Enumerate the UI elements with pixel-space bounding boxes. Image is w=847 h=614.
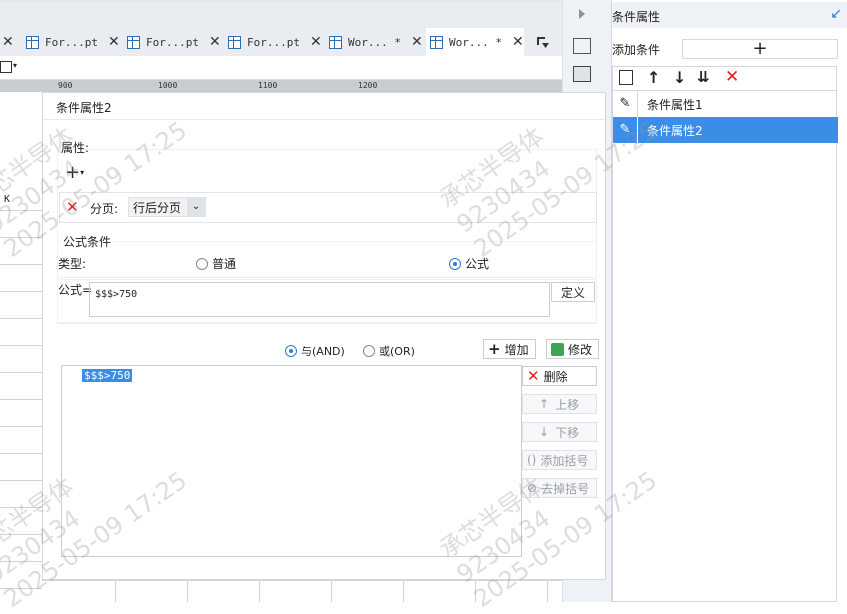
document-tab-3[interactable]: For...pt ✕ xyxy=(228,28,322,56)
plus-icon: + xyxy=(65,162,81,183)
column-header: K xyxy=(4,194,11,205)
move-down-button[interactable]: ↓ 下移 xyxy=(522,422,597,442)
radio-selected-icon[interactable] xyxy=(449,258,461,270)
close-icon[interactable]: ✕ xyxy=(411,34,423,50)
radio-icon[interactable] xyxy=(363,345,375,357)
attribute-label: 属性: xyxy=(61,141,90,155)
remove-bracket-button[interactable]: ⊘ 去掉括号 xyxy=(522,478,597,498)
horizontal-ruler: 900 1000 1100 1200 xyxy=(0,80,562,92)
cell-attribute-icon[interactable] xyxy=(573,38,591,54)
close-icon[interactable]: ✕ xyxy=(209,34,221,50)
template-file-icon xyxy=(26,35,39,49)
document-tab-2[interactable]: For...pt ✕ xyxy=(127,28,221,56)
logic-and-option[interactable]: 与(AND) xyxy=(285,343,345,359)
condition-item[interactable]: $$$>750 xyxy=(82,368,133,382)
ruler-tick: 1100 xyxy=(258,81,278,90)
plus-icon: + xyxy=(752,38,768,59)
tab-label: For...pt xyxy=(247,35,300,49)
document-tab-5[interactable]: Wor... * ✕ xyxy=(426,28,524,56)
chevron-down-icon: ▾ xyxy=(80,168,85,177)
tab-label: Wor... * xyxy=(449,35,502,49)
tab-list-menu-icon[interactable] xyxy=(536,36,550,54)
edit-icon xyxy=(551,342,564,356)
page-break-select[interactable]: 行后分页 ⌄ xyxy=(128,197,206,217)
ruler-tick: 900 xyxy=(58,81,73,90)
page-break-label: 分页: xyxy=(90,202,119,216)
spreadsheet-grid[interactable]: K xyxy=(0,92,42,602)
define-button[interactable]: 定义 xyxy=(551,282,595,302)
close-icon[interactable]: ✕ xyxy=(2,34,14,50)
type-option-normal[interactable]: 普通 xyxy=(196,255,236,272)
tab-label: For...pt xyxy=(45,35,98,49)
ruler-tick: 1200 xyxy=(358,81,378,90)
add-bracket-button[interactable]: () 添加括号 xyxy=(522,450,597,470)
pencil-icon: ✎ xyxy=(613,117,638,143)
formula-condition-heading: 公式条件 xyxy=(61,233,114,250)
template-file-icon xyxy=(228,35,241,49)
delete-icon: ✕ xyxy=(66,198,79,216)
arrow-down-icon: ↓ xyxy=(539,425,550,439)
radio-selected-icon[interactable] xyxy=(285,345,297,357)
pencil-icon: ✎ xyxy=(613,91,638,117)
border-style-icon[interactable] xyxy=(0,61,12,73)
panel-toolbar: ↑ ↓ ⇊ ✕ xyxy=(612,66,837,90)
tab-label: For...pt xyxy=(146,35,199,49)
close-icon[interactable]: ✕ xyxy=(108,34,120,50)
delete-condition-button[interactable]: ✕ 删除 xyxy=(522,366,597,386)
template-file-icon xyxy=(430,35,443,49)
condition-attribute-panel: 条件属性 ↙ 添加条件 + ↑ ↓ ⇊ ✕ ✎ 条件属性1 ✎ 条件属性2 xyxy=(611,0,847,602)
plus-icon: + xyxy=(488,340,501,358)
formula-input[interactable]: $$$>750 xyxy=(89,282,550,317)
page-break-value: 行后分页 xyxy=(133,200,182,215)
remove-attribute-button[interactable]: ✕ xyxy=(66,198,83,216)
close-icon[interactable]: ✕ xyxy=(512,34,524,50)
ruler-tick: 1000 xyxy=(158,81,178,90)
remove-bracket-icon: ⊘ xyxy=(527,481,538,495)
delete-icon: ✕ xyxy=(527,367,540,385)
delete-icon[interactable]: ✕ xyxy=(725,67,739,87)
sheet-toolbar: ▾ xyxy=(0,56,562,80)
tab-close-partial[interactable]: ✕ xyxy=(2,28,14,56)
dialog-title: 条件属性2 xyxy=(56,101,112,115)
bracket-icon: () xyxy=(527,453,537,467)
arrow-up-icon: ↑ xyxy=(539,397,550,411)
document-tab-1[interactable]: For...pt ✕ xyxy=(26,28,120,56)
template-file-icon xyxy=(329,35,342,49)
arrow-up-icon[interactable]: ↑ xyxy=(647,68,660,87)
chevron-down-icon[interactable]: ▾ xyxy=(13,61,17,70)
add-condition-button[interactable]: + 增加 xyxy=(483,339,536,359)
condition-list[interactable]: $$$>750 xyxy=(61,365,522,557)
document-tab-4[interactable]: Wor... * ✕ xyxy=(329,28,423,56)
move-bottom-icon[interactable]: ⇊ xyxy=(697,68,710,86)
type-label: 类型: xyxy=(58,257,87,271)
arrow-down-icon[interactable]: ↓ xyxy=(673,68,686,87)
expand-arrow-icon[interactable] xyxy=(579,9,585,19)
panel-header: 条件属性 ↙ xyxy=(612,2,847,28)
condition-attribute-editor: 条件属性2 属性: +▾ ✕ 分页: 行后分页 ⌄ 公式条件 类型: 普通 公式… xyxy=(42,92,606,580)
condition-attribute-list: ✎ 条件属性1 ✎ 条件属性2 xyxy=(612,90,838,602)
spreadsheet-grid-bottom[interactable] xyxy=(42,580,562,602)
add-condition-label: 添加条件 xyxy=(612,43,661,57)
copy-icon[interactable] xyxy=(619,70,633,85)
template-file-icon xyxy=(127,35,140,49)
add-condition-attribute-button[interactable]: + xyxy=(682,39,838,59)
logic-or-option[interactable]: 或(OR) xyxy=(363,343,415,359)
chevron-down-icon[interactable]: ⌄ xyxy=(187,198,205,216)
collapse-arrow-icon[interactable]: ↙ xyxy=(830,6,842,22)
formula-label: 公式= xyxy=(58,283,93,297)
panel-title: 条件属性 xyxy=(612,10,661,24)
add-attribute-button[interactable]: +▾ xyxy=(65,163,84,183)
condition-attribute-item-1[interactable]: ✎ 条件属性1 xyxy=(613,91,838,117)
tab-label: Wor... * xyxy=(348,35,401,49)
condition-attribute-item-2[interactable]: ✎ 条件属性2 xyxy=(613,117,838,143)
radio-icon[interactable] xyxy=(196,258,208,270)
close-icon[interactable]: ✕ xyxy=(310,34,322,50)
type-option-formula[interactable]: 公式 xyxy=(449,255,489,272)
move-up-button[interactable]: ↑ 上移 xyxy=(522,394,597,414)
widget-settings-icon[interactable] xyxy=(573,66,591,82)
document-tab-bar: ✕ For...pt ✕ For...pt ✕ For...pt ✕ Wor..… xyxy=(0,0,562,56)
modify-condition-button[interactable]: 修改 xyxy=(546,339,600,359)
